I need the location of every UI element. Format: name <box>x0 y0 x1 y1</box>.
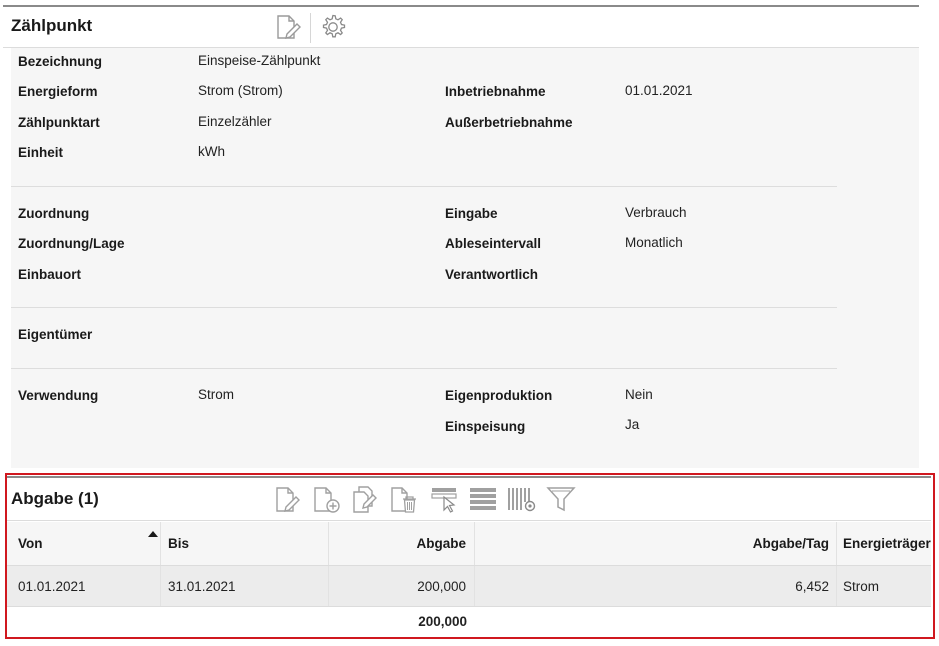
label-zuordnung-lage: Zuordnung/Lage <box>18 236 125 251</box>
label-einheit: Einheit <box>18 145 64 160</box>
label-inbetriebnahme: Inbetriebnahme <box>445 84 546 99</box>
value-eingabe: Verbrauch <box>625 205 687 220</box>
label-einbauort: Einbauort <box>18 267 81 282</box>
details-panel <box>11 48 919 468</box>
zaehlpunkt-header: Zählpunkt <box>3 7 919 48</box>
label-ableseintervall: Ableseintervall <box>445 236 542 251</box>
highlight-frame <box>5 473 935 639</box>
value-einspeisung: Ja <box>625 417 640 432</box>
label-einspeisung: Einspeisung <box>445 419 526 434</box>
value-zaehlpunktart: Einzelzähler <box>198 114 272 129</box>
label-zuordnung: Zuordnung <box>18 206 90 221</box>
value-ableseintervall: Monatlich <box>625 235 683 250</box>
gear-icon[interactable] <box>318 13 348 41</box>
value-bezeichnung: Einspeise-Zählpunkt <box>198 53 321 68</box>
value-energieform: Strom (Strom) <box>198 83 283 98</box>
value-einheit: kWh <box>198 144 225 159</box>
section-divider <box>11 307 837 308</box>
label-eigentuemer: Eigentümer <box>18 327 93 342</box>
label-energieform: Energieform <box>18 84 98 99</box>
label-eigenproduktion: Eigenproduktion <box>445 388 553 403</box>
value-inbetriebnahme: 01.01.2021 <box>625 83 693 98</box>
section-divider <box>11 186 837 187</box>
label-ausserbetriebnahme: Außerbetriebnahme <box>445 115 573 130</box>
section-divider <box>11 368 837 369</box>
label-zaehlpunktart: Zählpunktart <box>18 115 100 130</box>
value-eigenproduktion: Nein <box>625 387 653 402</box>
label-verwendung: Verwendung <box>18 388 99 403</box>
toolbar-separator <box>310 13 311 43</box>
edit-document-icon[interactable] <box>275 14 303 40</box>
page-title: Zählpunkt <box>11 16 93 35</box>
label-verantwortlich: Verantwortlich <box>445 267 539 282</box>
value-verwendung: Strom <box>198 387 235 402</box>
label-eingabe: Eingabe <box>445 206 498 221</box>
label-bezeichnung: Bezeichnung <box>18 54 103 69</box>
